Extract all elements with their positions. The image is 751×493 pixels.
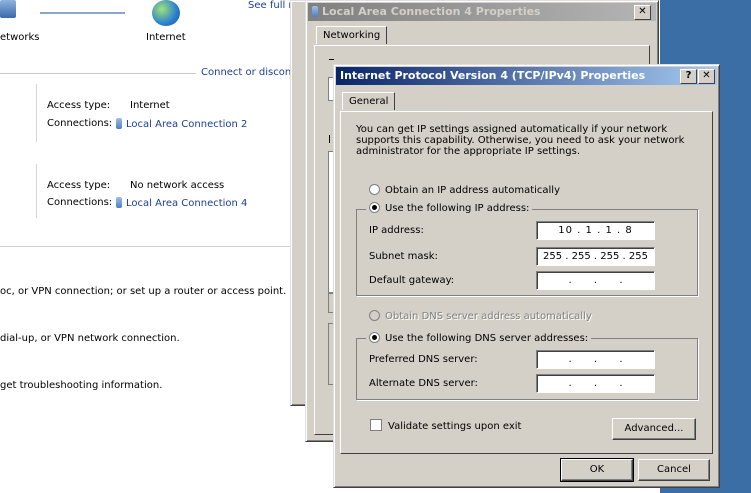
ipv4-title: Internet Protocol Version 4 (TCP/IPv4) P… [340,69,646,82]
radio-circle [369,202,380,213]
checkbox-box [370,419,382,431]
connection-icon [116,118,122,129]
access-type-label: Access type: [47,180,111,191]
ipv4-title-bar: Internet Protocol Version 4 (TCP/IPv4) P… [336,67,717,85]
ip-address-field[interactable]: 10 . 1 . 1 . 8 [536,221,655,240]
use-following-ip-label: Use the following IP address: [385,203,530,214]
networks-label: etworks [0,32,40,43]
ok-button[interactable]: OK [560,458,634,482]
radio-circle [369,310,380,321]
task-setup-connection[interactable]: oc, or VPN connection; or set up a route… [0,286,286,297]
networks-icon [0,0,16,18]
validate-settings-checkbox[interactable]: Validate settings upon exit [370,419,521,432]
radio-circle [369,332,380,343]
tab-networking[interactable]: Networking [316,26,388,44]
connect-disconnect-link[interactable]: Connect or disconn [201,67,298,78]
network1-vline [36,84,37,142]
preferred-dns-field[interactable]: . . . [536,350,655,369]
network2-vline [36,164,37,218]
connections-label: Connections: [47,118,113,129]
internet-label: Internet [146,32,186,43]
ip-address-label: IP address: [369,225,424,236]
network-sharing-center: etworks Internet See full m Connect or d… [0,0,300,493]
obtain-ip-auto-radio[interactable]: Obtain an IP address automatically [369,184,560,196]
alternate-dns-label: Alternate DNS server: [369,378,478,389]
default-gateway-label: Default gateway: [369,275,455,286]
connection-link-lac2[interactable]: Local Area Connection 2 [116,118,247,130]
advanced-button[interactable]: Advanced... [612,418,696,440]
intro-text: You can get IP settings assigned automat… [356,124,685,157]
obtain-dns-auto-label: Obtain DNS server address automatically [385,311,592,322]
hidden-text-stub [329,59,334,60]
use-following-dns-radio[interactable]: Use the following DNS server addresses: [366,332,592,344]
radio-circle [369,184,380,195]
network-icon [312,6,318,17]
connection-link-lac4[interactable]: Local Area Connection 4 [116,197,247,209]
obtain-ip-auto-label: Obtain an IP address automatically [385,185,561,196]
subnet-mask-label: Subnet mask: [369,251,438,262]
task-troubleshoot[interactable]: get troubleshooting information. [0,380,162,391]
use-following-dns-label: Use the following DNS server addresses: [385,333,589,344]
obtain-dns-auto-radio[interactable]: Obtain DNS server address automatically [369,310,592,322]
subnet-mask-field[interactable]: 255 . 255 . 255 . 255 [536,247,655,266]
connection-icon [116,197,122,208]
alternate-dns-field[interactable]: . . . [536,374,655,393]
connection-link-text: Local Area Connection 2 [126,119,248,130]
access-type-value: No network access [130,180,225,191]
cancel-button[interactable]: Cancel [638,459,710,481]
lac-close-button[interactable]: ✕ [634,5,651,20]
connection-link-text: Local Area Connection 4 [126,198,248,209]
use-following-ip-radio[interactable]: Use the following IP address: [366,202,533,214]
access-type-value: Internet [130,100,170,111]
globe-icon [152,0,180,26]
access-type-label: Access type: [47,100,111,111]
divider [0,73,196,74]
tab-general[interactable]: General [342,92,396,110]
preferred-dns-label: Preferred DNS server: [369,354,478,365]
task-connect-network[interactable]: dial-up, or VPN network connection. [0,333,180,344]
close-button[interactable]: ✕ [698,69,715,84]
default-gateway-field[interactable]: . . . [536,271,655,290]
network-map-line [40,12,125,14]
lac-title-bar: Local Area Connection 4 Properties [308,3,656,21]
ipv4-properties-dialog: Internet Protocol Version 4 (TCP/IPv4) P… [333,64,720,488]
connections-label: Connections: [47,197,113,208]
lac-title: Local Area Connection 4 Properties [322,5,541,18]
divider [0,246,300,247]
help-button[interactable]: ? [680,69,697,84]
validate-settings-label: Validate settings upon exit [388,421,522,432]
